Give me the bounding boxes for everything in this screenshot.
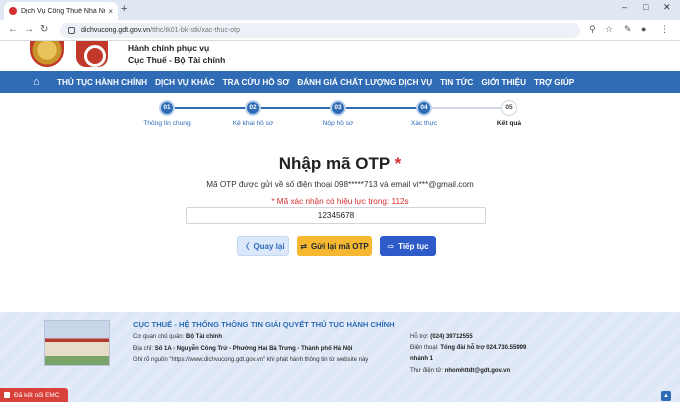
agency-name: Cục Thuế - Bộ Tài chính — [128, 55, 226, 65]
otp-message: Mã OTP được gửi về số điện thoại 098****… — [206, 180, 474, 189]
url-field[interactable]: dichvucong.gdt.gov.vn /tthc/tk01-bk-stk/… — [60, 23, 580, 38]
step-label: Nộp hồ sơ — [322, 120, 354, 127]
site-header: Hành chính phục vụ Cục Thuế - Bộ Tài chí… — [0, 41, 680, 71]
step-number: 05 — [501, 100, 517, 116]
agency-slogan: Hành chính phục vụ — [128, 43, 210, 53]
extensions-icon[interactable]: ✎ — [624, 24, 632, 35]
nav-item-dich-vu[interactable]: DỊCH VỤ KHÁC — [151, 78, 219, 87]
nav-item-danh-gia[interactable]: ĐÁNH GIÁ CHẤT LƯỢNG DỊCH VỤ — [293, 78, 436, 87]
nav-item-gioi-thieu[interactable]: GIỚI THIỆU — [477, 78, 530, 87]
scroll-to-top-icon[interactable]: ▲ — [661, 391, 671, 401]
footer-title: CỤC THUẾ - HỆ THỐNG THÔNG TIN GIẢI QUYẾT… — [133, 320, 395, 329]
tab-title: Dịch Vụ Công Thuế Nhà Nước — [21, 7, 105, 15]
step-number: 04 — [416, 100, 432, 116]
step-1: 01 Thông tin chung — [127, 100, 207, 127]
forward-arrow-icon[interactable]: → — [24, 24, 34, 35]
url-path: /tthc/tk01-bk-stk/xac-thuc-otp — [150, 27, 241, 34]
resend-otp-button[interactable]: ⇄ Gửi lại mã OTP — [297, 236, 372, 256]
next-button[interactable]: ⇨ Tiếp tục — [380, 236, 436, 256]
bookmark-star-icon[interactable]: ☆ — [605, 24, 613, 35]
browser-tab-bar: Dịch Vụ Công Thuế Nhà Nước × + – □ ✕ — [0, 0, 680, 20]
url-host: dichvucong.gdt.gov.vn — [81, 27, 151, 34]
resend-icon: ⇄ — [300, 241, 307, 251]
otp-title-text: Nhập mã OTP — [278, 154, 390, 173]
nav-item-tro-giup[interactable]: TRỢ GIÚP — [530, 78, 578, 87]
site-info-icon[interactable] — [68, 27, 75, 34]
progress-stepper: 01 Thông tin chung 02 Kê khai hồ sơ 03 N… — [130, 100, 550, 132]
step-label: Xác thực — [410, 120, 438, 127]
step-label: Kê khai hồ sơ — [232, 120, 274, 127]
close-window-icon[interactable]: ✕ — [663, 2, 671, 13]
footer-managing: Cơ quan chủ quản: Bộ Tài chính — [133, 334, 222, 340]
reload-icon[interactable]: ↻ — [40, 24, 48, 35]
back-arrow-icon[interactable]: ← — [8, 24, 18, 35]
step-number: 01 — [159, 100, 175, 116]
step-4: 04 Xác thực — [384, 100, 464, 127]
national-emblem-icon — [30, 41, 64, 67]
footer-source-note: Ghi rõ nguồn "https://www.dichvucong.gdt… — [133, 357, 369, 363]
site-favicon-icon — [9, 7, 17, 15]
home-icon[interactable]: ⌂ — [33, 76, 49, 88]
footer-phone-ext: nhánh 1 — [410, 356, 434, 362]
chevron-left-icon: 〈 — [241, 241, 250, 251]
otp-input[interactable] — [186, 207, 486, 224]
nav-item-thu-tuc[interactable]: THỦ TỤC HÀNH CHÍNH — [53, 78, 151, 87]
step-label: Kết quả — [496, 120, 522, 127]
footer-support: Hỗ trợ: (024) 39712555 — [410, 334, 473, 340]
otp-timer: * Mã xác nhận có hiệu lực trong: 112s — [271, 197, 409, 206]
more-menu-icon[interactable]: ⋮ — [660, 24, 669, 35]
step-3: 03 Nộp hồ sơ — [298, 100, 378, 127]
site-footer: CỤC THUẾ - HỆ THỐNG THÔNG TIN GIẢI QUYẾT… — [0, 312, 680, 402]
building-image — [44, 320, 110, 366]
maximize-icon[interactable]: □ — [643, 2, 648, 12]
minimize-icon[interactable]: – — [622, 2, 627, 12]
step-5: 05 Kết quả — [469, 100, 549, 127]
profile-icon[interactable]: ● — [641, 24, 646, 34]
main-navigation: ⌂ THỦ TỤC HÀNH CHÍNH DỊCH VỤ KHÁC TRA CỨ… — [0, 71, 680, 93]
step-label: Thông tin chung — [143, 120, 191, 127]
emc-badge-icon — [4, 392, 10, 398]
emc-badge[interactable]: Đã kết nối EMC — [0, 388, 68, 402]
nav-item-tin-tuc[interactable]: TIN TỨC — [436, 78, 477, 87]
otp-title: Nhập mã OTP * — [0, 154, 680, 174]
tab-close-icon[interactable]: × — [108, 7, 113, 16]
step-number: 02 — [245, 100, 261, 116]
nav-item-tra-cuu[interactable]: TRA CỨU HỒ SƠ — [219, 78, 294, 87]
key-icon[interactable]: ⚲ — [589, 24, 596, 35]
new-tab-button[interactable]: + — [121, 3, 127, 15]
next-button-label: Tiếp tục — [398, 241, 429, 251]
tax-logo-icon — [76, 41, 108, 67]
emc-badge-label: Đã kết nối EMC — [14, 391, 60, 399]
browser-tab[interactable]: Dịch Vụ Công Thuế Nhà Nước × — [4, 2, 118, 20]
back-button[interactable]: 〈 Quay lại — [237, 236, 289, 256]
footer-phone: Điện thoại: Tổng đài hỗ trợ 024.730.5599… — [410, 345, 527, 351]
footer-address: Địa chỉ: Số 1A - Nguyễn Công Trứ - Phườn… — [133, 346, 353, 352]
address-bar: ← → ↻ dichvucong.gdt.gov.vn /tthc/tk01-b… — [0, 20, 680, 41]
footer-email: Thư điện tử: nhomhttdt@gdt.gov.vn — [410, 368, 511, 374]
back-button-label: Quay lại — [253, 241, 285, 251]
step-2: 02 Kê khai hồ sơ — [213, 100, 293, 127]
arrow-right-icon: ⇨ — [387, 241, 395, 251]
required-mark: * — [394, 154, 402, 173]
step-number: 03 — [330, 100, 346, 116]
resend-button-label: Gửi lại mã OTP — [310, 241, 369, 251]
